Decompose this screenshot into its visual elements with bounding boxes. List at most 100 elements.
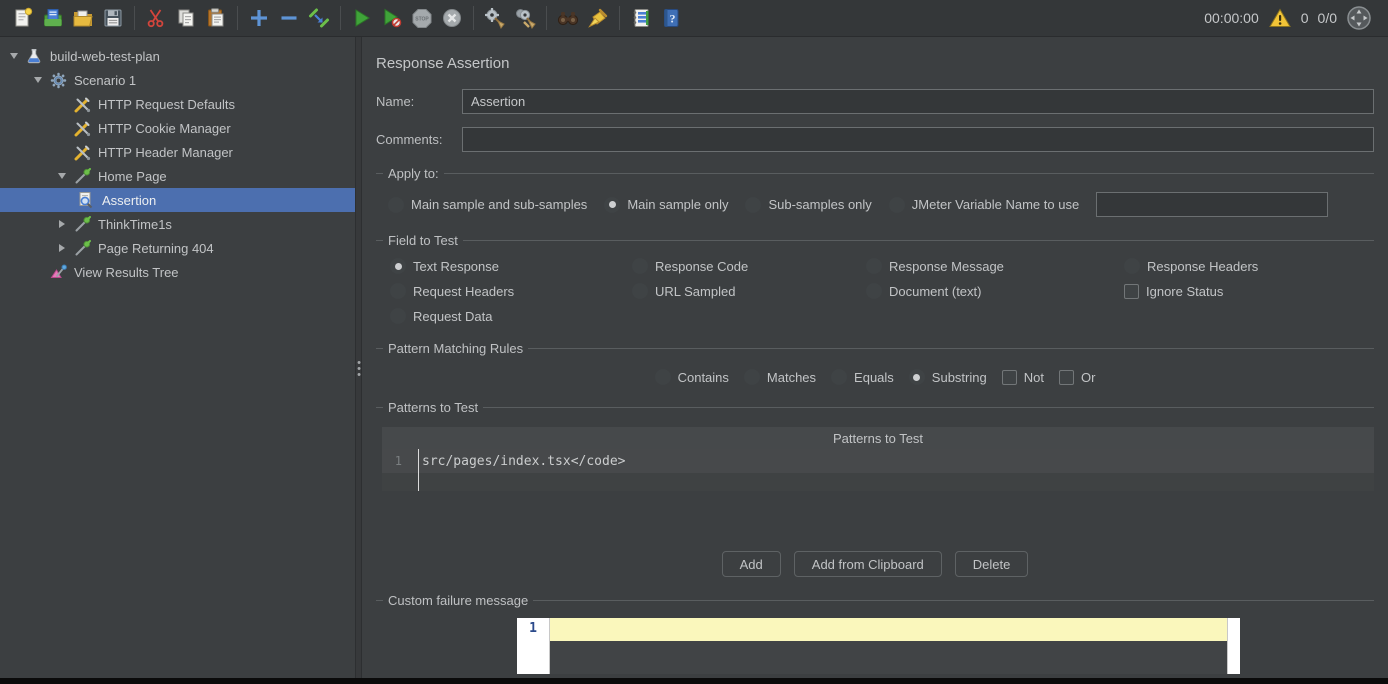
tree-item-label: build-web-test-plan	[50, 49, 160, 64]
tree-item-page-returning-404[interactable]: Page Returning 404	[0, 236, 355, 260]
clear-all-button[interactable]	[510, 3, 540, 33]
expand-arrow[interactable]	[4, 53, 24, 59]
radio-equals[interactable]: Equals	[831, 369, 894, 385]
custom-failure-editor[interactable]: 1	[517, 618, 1240, 674]
assertion-magnifier-icon	[76, 191, 96, 209]
radio-sub-samples-only[interactable]: Sub-samples only	[745, 197, 871, 213]
cut-button[interactable]	[141, 3, 171, 33]
add-icon	[248, 7, 270, 29]
save-icon	[102, 7, 124, 29]
checkbox-not[interactable]: Not	[1002, 370, 1044, 385]
expand-arrow[interactable]	[52, 244, 72, 252]
radio-circle	[632, 283, 648, 299]
function-helper-button[interactable]	[626, 3, 656, 33]
tree-item-test-plan[interactable]: build-web-test-plan	[0, 44, 355, 68]
editor-scrollbar[interactable]	[1227, 618, 1240, 674]
open-file-button[interactable]	[68, 3, 98, 33]
config-tools-icon	[72, 119, 92, 137]
clear-search-button[interactable]	[583, 3, 613, 33]
tree-item-label: Assertion	[102, 193, 156, 208]
search-button[interactable]	[553, 3, 583, 33]
radio-document-text[interactable]: Document (text)	[866, 283, 1124, 299]
tree-item-scenario-1[interactable]: Scenario 1	[0, 68, 355, 92]
name-input[interactable]	[462, 89, 1374, 114]
tree-item-http-cookie-manager[interactable]: HTTP Cookie Manager	[0, 116, 355, 140]
radio-response-message[interactable]: Response Message	[866, 258, 1124, 274]
patterns-table-header: Patterns to Test	[382, 427, 1374, 449]
tree-item-home-page[interactable]: Home Page	[0, 164, 355, 188]
function-helper-icon	[630, 7, 652, 29]
pattern-matching-rules-group: Pattern Matching Rules Contains Matches …	[376, 341, 1374, 385]
tree-splitter[interactable]: •••	[355, 37, 362, 678]
warning-indicator-icon[interactable]	[1268, 7, 1292, 29]
checkbox-ignore-status[interactable]: Ignore Status	[1124, 283, 1374, 299]
radio-matches[interactable]: Matches	[744, 369, 816, 385]
patterns-table[interactable]: 1 src/pages/index.tsx</code>	[382, 449, 1374, 491]
start-no-pauses-icon	[381, 7, 403, 29]
templates-button[interactable]	[38, 3, 68, 33]
radio-circle	[390, 258, 406, 274]
radio-response-code[interactable]: Response Code	[632, 258, 866, 274]
comments-label: Comments:	[376, 132, 462, 147]
copy-button[interactable]	[171, 3, 201, 33]
tree-item-http-header-manager[interactable]: HTTP Header Manager	[0, 140, 355, 164]
toolbar-separator	[134, 6, 135, 30]
sampler-pipette-icon	[72, 167, 92, 185]
radio-request-headers[interactable]: Request Headers	[390, 283, 632, 299]
tree-item-assertion[interactable]: Assertion	[0, 188, 355, 212]
radio-main-sample-only[interactable]: Main sample only	[604, 197, 728, 213]
add-button[interactable]	[244, 3, 274, 33]
start-button[interactable]	[347, 3, 377, 33]
radio-circle	[909, 369, 925, 385]
radio-contains[interactable]: Contains	[655, 369, 729, 385]
clear-button[interactable]	[480, 3, 510, 33]
start-no-pauses-button[interactable]	[377, 3, 407, 33]
apply-to-group: Apply to: Main sample and sub-samples Ma…	[376, 166, 1374, 217]
field-to-test-title: Field to Test	[376, 233, 1374, 248]
add-pattern-button[interactable]: Add	[722, 551, 781, 577]
editor-content[interactable]	[550, 618, 1227, 674]
radio-circle	[388, 197, 404, 213]
radio-response-headers[interactable]: Response Headers	[1124, 258, 1374, 274]
comments-input[interactable]	[462, 127, 1374, 152]
radio-request-data[interactable]: Request Data	[390, 308, 632, 324]
stop-button[interactable]: STOP	[407, 3, 437, 33]
radio-circle	[889, 197, 905, 213]
clear-search-broom-icon	[587, 7, 609, 29]
apply-to-title: Apply to:	[376, 166, 1374, 181]
editor-line-gutter: 1	[517, 618, 550, 674]
toggle-button[interactable]	[304, 3, 334, 33]
jmeter-variable-input[interactable]	[1096, 192, 1328, 217]
radio-url-sampled[interactable]: URL Sampled	[632, 283, 866, 299]
tree-item-http-request-defaults[interactable]: HTTP Request Defaults	[0, 92, 355, 116]
pattern-value[interactable]: src/pages/index.tsx</code>	[410, 454, 626, 469]
config-tools-icon	[72, 143, 92, 161]
tree-item-view-results-tree[interactable]: View Results Tree	[0, 260, 355, 284]
shutdown-icon	[441, 7, 463, 29]
pattern-row[interactable]: 1 src/pages/index.tsx</code>	[382, 449, 1374, 473]
radio-substring[interactable]: Substring	[909, 369, 987, 385]
tree-item-thinktime1s[interactable]: ThinkTime1s	[0, 212, 355, 236]
search-binoculars-icon	[557, 7, 579, 29]
radio-circle	[655, 369, 671, 385]
save-button[interactable]	[98, 3, 128, 33]
paste-icon	[205, 7, 227, 29]
svg-text:?: ?	[670, 12, 676, 26]
add-from-clipboard-button[interactable]: Add from Clipboard	[794, 551, 942, 577]
expand-arrow[interactable]	[28, 77, 48, 83]
help-button[interactable]: ?	[656, 3, 686, 33]
custom-failure-message-group: Custom failure message 1	[376, 593, 1374, 674]
expand-arrow[interactable]	[52, 173, 72, 179]
paste-button[interactable]	[201, 3, 231, 33]
shutdown-button[interactable]	[437, 3, 467, 33]
radio-jmeter-variable-name[interactable]: JMeter Variable Name to use	[889, 197, 1079, 213]
subtract-button[interactable]	[274, 3, 304, 33]
sampler-pipette-icon	[72, 239, 92, 257]
tree-item-label: Page Returning 404	[98, 241, 214, 256]
checkbox-or[interactable]: Or	[1059, 370, 1095, 385]
expand-arrow[interactable]	[52, 220, 72, 228]
radio-main-sample-and-sub-samples[interactable]: Main sample and sub-samples	[388, 197, 587, 213]
delete-pattern-button[interactable]: Delete	[955, 551, 1029, 577]
new-file-button[interactable]	[8, 3, 38, 33]
radio-text-response[interactable]: Text Response	[390, 258, 632, 274]
